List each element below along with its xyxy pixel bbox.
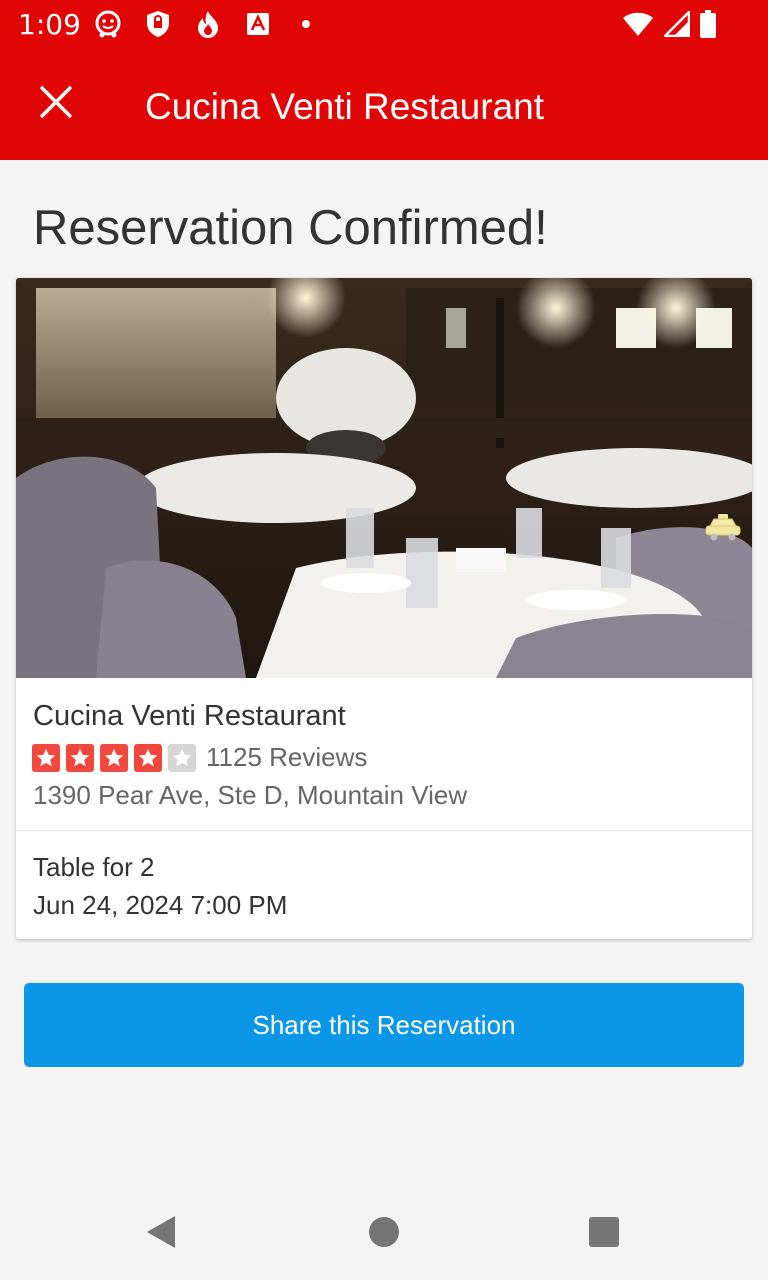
status-icons-right <box>622 8 716 43</box>
status-bar: 1:09 <box>0 0 768 48</box>
star-icon <box>32 743 60 772</box>
app-a-icon <box>242 8 274 40</box>
recents-icon[interactable] <box>589 1217 619 1247</box>
restaurant-name: Cucina Venti Restaurant <box>33 700 346 732</box>
divider <box>16 830 752 831</box>
star-icon <box>134 743 162 772</box>
app-bar: Cucina Venti Restaurant <box>0 48 768 160</box>
close-button[interactable] <box>24 72 88 136</box>
status-icons-left <box>92 8 310 40</box>
home-icon[interactable] <box>369 1217 399 1247</box>
waze-icon <box>92 8 124 40</box>
fire-icon <box>192 8 224 40</box>
star-icon <box>66 743 94 772</box>
close-icon <box>39 85 73 124</box>
back-icon[interactable] <box>145 1214 177 1255</box>
status-time: 1:09 <box>18 8 81 41</box>
signal-icon <box>661 8 691 42</box>
confirmation-heading: Reservation Confirmed! <box>33 201 548 255</box>
party-size: Table for 2 <box>33 852 155 882</box>
reservation-datetime: Jun 24, 2024 7:00 PM <box>33 890 288 920</box>
review-count: 1125 Reviews <box>206 742 368 772</box>
restaurant-photo <box>16 278 752 678</box>
navigation-bar <box>0 1184 768 1280</box>
star-icon <box>100 743 128 772</box>
wifi-icon <box>622 11 654 42</box>
notification-dot-icon <box>302 20 310 28</box>
app-bar-title: Cucina Venti Restaurant <box>145 86 545 127</box>
restaurant-info[interactable]: Cucina Venti Restaurant 1125 Reviews 139… <box>16 678 752 830</box>
share-reservation-button[interactable]: Share this Reservation <box>24 983 744 1067</box>
reservation-card: Cucina Venti Restaurant 1125 Reviews 139… <box>16 278 752 939</box>
battery-icon <box>700 10 716 43</box>
star-empty-icon <box>168 743 196 772</box>
taxi-icon[interactable] <box>704 512 742 547</box>
rating-row: 1125 Reviews <box>32 742 367 773</box>
shield-icon <box>142 8 174 40</box>
restaurant-address: 1390 Pear Ave, Ste D, Mountain View <box>33 780 468 810</box>
